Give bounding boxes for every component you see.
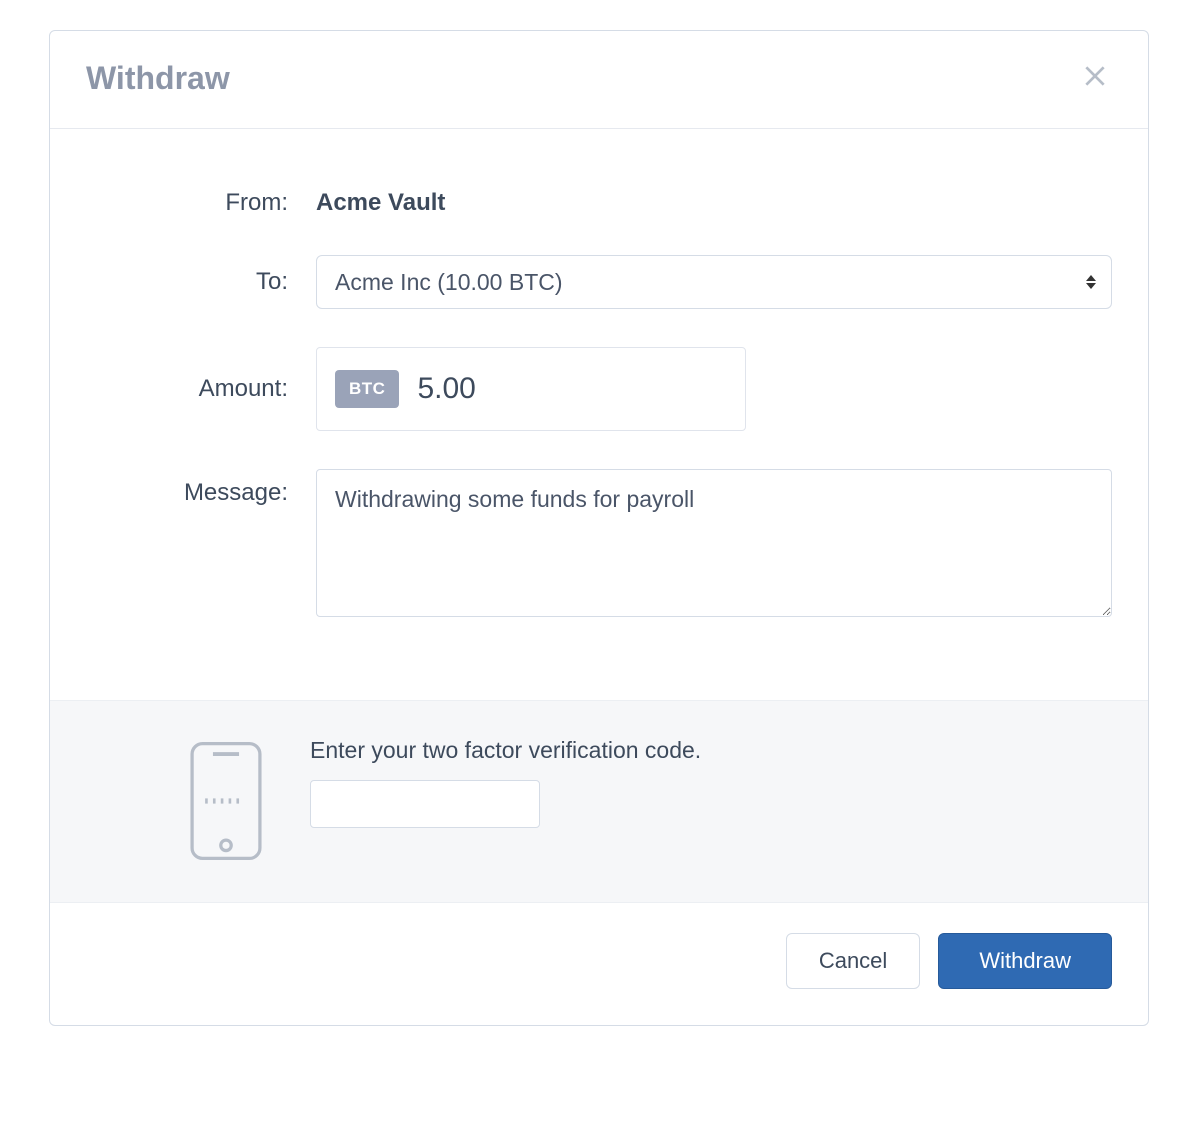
- modal-footer: Cancel Withdraw: [50, 903, 1148, 1025]
- message-label: Message:: [86, 469, 316, 507]
- modal-body: From: Acme Vault To: Acme Inc (10.00 BTC…: [50, 129, 1148, 700]
- message-input[interactable]: [316, 469, 1112, 617]
- from-label: From:: [86, 179, 316, 217]
- twofa-label: Enter your two factor verification code.: [310, 737, 1112, 764]
- from-row: From: Acme Vault: [86, 179, 1112, 217]
- from-value: Acme Vault: [316, 179, 1112, 217]
- close-button[interactable]: [1078, 59, 1112, 98]
- withdraw-button[interactable]: Withdraw: [938, 933, 1112, 989]
- to-select-wrap: Acme Inc (10.00 BTC): [316, 255, 1112, 309]
- withdraw-modal: Withdraw From: Acme Vault To: Acme Inc (…: [49, 30, 1149, 1026]
- to-row: To: Acme Inc (10.00 BTC): [86, 255, 1112, 309]
- twofa-right: Enter your two factor verification code.: [310, 737, 1112, 828]
- amount-input-wrap: BTC: [316, 347, 746, 431]
- amount-input[interactable]: [417, 372, 617, 406]
- amount-label: Amount:: [86, 375, 316, 403]
- to-select[interactable]: Acme Inc (10.00 BTC): [316, 255, 1112, 309]
- cancel-button[interactable]: Cancel: [786, 933, 920, 989]
- phone-icon: [186, 741, 266, 866]
- to-label: To:: [86, 268, 316, 296]
- twofa-input[interactable]: [310, 780, 540, 828]
- modal-header: Withdraw: [50, 31, 1148, 129]
- message-row: Message:: [86, 469, 1112, 622]
- currency-badge: BTC: [335, 370, 399, 408]
- close-icon: [1082, 63, 1108, 89]
- modal-title: Withdraw: [86, 60, 230, 97]
- amount-row: Amount: BTC: [86, 347, 1112, 431]
- twofa-section: Enter your two factor verification code.: [50, 700, 1148, 903]
